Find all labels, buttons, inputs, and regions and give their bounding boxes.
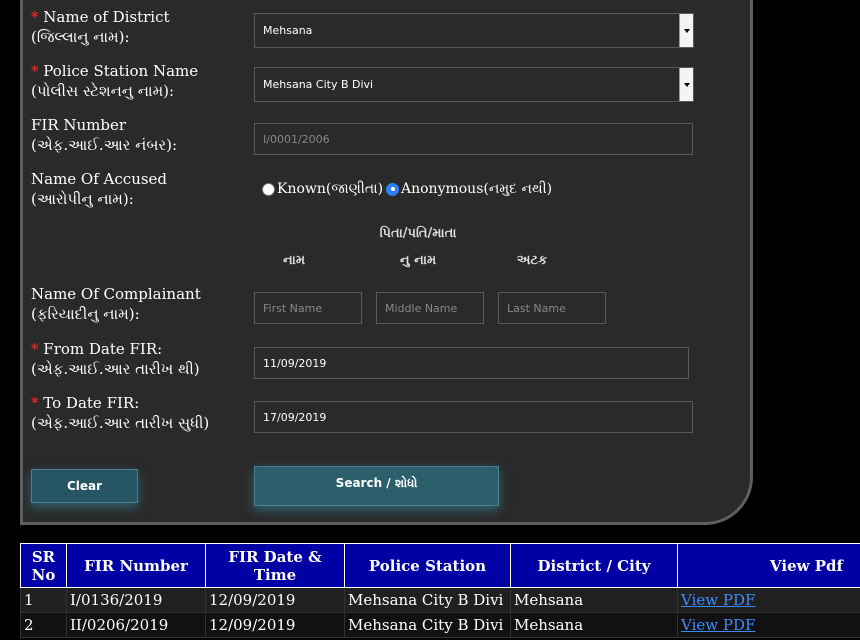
results-table: SR No FIR Number FIR Date & Time Police … <box>20 543 860 638</box>
police-station-select[interactable]: Mehsana City B Divi <box>254 67 694 102</box>
complainant-label-gu: (ફરિયાદીનુ નામ): <box>31 305 140 323</box>
complainant-last-name-input[interactable]: Last Name <box>498 292 606 324</box>
cell-view-pdf: View PDF <box>677 612 860 638</box>
district-label-gu: (જિલ્લાનુ નામ): <box>31 28 130 46</box>
col-sr-label: SR No <box>31 547 56 584</box>
cell-district: Mehsana <box>510 612 678 638</box>
table-header-row: SR No FIR Number FIR Date & Time Police … <box>20 543 860 588</box>
middle-name-header-line2: નુ નામ <box>399 253 437 268</box>
required-marker: * <box>31 340 39 358</box>
cell-police-station: Mehsana City B Divi <box>344 587 511 613</box>
police-station-label: * Police Station Name (પોલીસ સ્ટેશનનુ ના… <box>31 61 198 101</box>
chevron-down-icon[interactable] <box>679 68 693 101</box>
cell-sr: 1 <box>20 587 67 613</box>
col-police-station-header: Police Station <box>344 543 511 588</box>
cell-view-pdf: View PDF <box>677 587 860 613</box>
police-station-label-en: Police Station Name <box>43 62 199 80</box>
chevron-down-icon[interactable] <box>679 14 693 47</box>
middle-name-placeholder: Middle Name <box>385 301 458 315</box>
cell-fir-date: 12/09/2019 <box>205 612 345 638</box>
search-button[interactable]: Search / શોધો <box>254 466 499 506</box>
complainant-label-en: Name Of Complainant <box>31 285 201 303</box>
table-row: 2 II/0206/2019 12/09/2019 Mehsana City B… <box>20 612 860 638</box>
accused-anonymous-label: Anonymous(નમુદ નથી) <box>401 181 553 197</box>
cell-fir-number: I/0136/2019 <box>66 587 206 613</box>
last-name-header: અટક <box>516 253 548 268</box>
from-date-label: * From Date FIR: (એફ.આઈ.આર તારીખ થી) <box>31 339 200 379</box>
required-marker: * <box>31 394 39 412</box>
cell-sr: 2 <box>20 612 67 638</box>
cell-district: Mehsana <box>510 587 678 613</box>
from-date-input[interactable]: 11/09/2019 <box>254 347 689 379</box>
from-date-label-en: From Date FIR: <box>43 340 163 358</box>
accused-known-radio[interactable] <box>262 182 275 196</box>
accused-known-option[interactable]: Known(જાણીતા) <box>262 181 383 197</box>
last-name-placeholder: Last Name <box>507 301 566 315</box>
accused-known-label: Known(જાણીતા) <box>277 181 384 197</box>
clear-button[interactable]: Clear <box>31 469 138 503</box>
to-date-input[interactable]: 17/09/2019 <box>254 401 693 433</box>
to-date-label: * To Date FIR: (એફ.આઈ.આર તારીખ સુધી) <box>31 393 209 433</box>
col-district-header: District / City <box>510 543 678 588</box>
accused-label-en: Name Of Accused <box>31 170 168 188</box>
to-date-label-gu: (એફ.આઈ.આર તારીખ સુધી) <box>31 414 210 432</box>
complainant-middle-name-input[interactable]: Middle Name <box>376 292 484 324</box>
required-marker: * <box>31 62 39 80</box>
accused-anonymous-option[interactable]: Anonymous(નમુદ નથી) <box>386 181 552 197</box>
accused-label-gu: (આરોપીનુ નામ): <box>31 190 134 208</box>
police-station-select-value: Mehsana City B Divi <box>263 78 374 91</box>
fir-number-label: FIR Number (એફ.આઈ.આર નંબર): <box>31 115 177 155</box>
first-name-placeholder: First Name <box>263 301 323 315</box>
accused-label: Name Of Accused (આરોપીનુ નામ): <box>31 169 167 209</box>
fir-number-label-en: FIR Number <box>31 116 127 134</box>
view-pdf-link[interactable]: View PDF <box>681 591 755 609</box>
complainant-label: Name Of Complainant (ફરિયાદીનુ નામ): <box>31 284 201 324</box>
complainant-first-name-input[interactable]: First Name <box>254 292 362 324</box>
fir-number-input[interactable]: I/0001/2006 <box>254 123 693 155</box>
cell-fir-number: II/0206/2019 <box>66 612 206 638</box>
police-station-label-gu: (પોલીસ સ્ટેશનનુ નામ): <box>31 82 175 100</box>
to-date-label-en: To Date FIR: <box>43 394 140 412</box>
col-view-pdf-header: View Pdf <box>677 543 860 588</box>
from-date-label-gu: (એફ.આઈ.આર તારીખ થી) <box>31 360 200 378</box>
col-fir-number-header: FIR Number <box>66 543 206 588</box>
cell-police-station: Mehsana City B Divi <box>344 612 511 638</box>
col-fir-date-header: FIR Date & Time <box>205 543 345 588</box>
cell-fir-date: 12/09/2019 <box>205 587 345 613</box>
required-marker: * <box>31 8 39 26</box>
district-label-en: Name of District <box>43 8 170 26</box>
district-select[interactable]: Mehsana <box>254 13 694 48</box>
table-row: 1 I/0136/2019 12/09/2019 Mehsana City B … <box>20 587 860 613</box>
middle-name-header-line1: પિતા/પતિ/માતા <box>379 226 457 241</box>
first-name-header: નામ <box>282 253 306 268</box>
district-select-value: Mehsana <box>263 24 313 37</box>
view-pdf-link[interactable]: View PDF <box>681 616 755 634</box>
district-label: * Name of District (જિલ્લાનુ નામ): <box>31 7 170 47</box>
from-date-value: 11/09/2019 <box>263 356 327 370</box>
to-date-value: 17/09/2019 <box>263 410 327 424</box>
fir-number-label-gu: (એફ.આઈ.આર નંબર): <box>31 136 178 154</box>
col-sr-header: SR No <box>20 543 67 588</box>
fir-number-placeholder: I/0001/2006 <box>263 132 330 146</box>
accused-anonymous-radio[interactable] <box>386 182 399 196</box>
